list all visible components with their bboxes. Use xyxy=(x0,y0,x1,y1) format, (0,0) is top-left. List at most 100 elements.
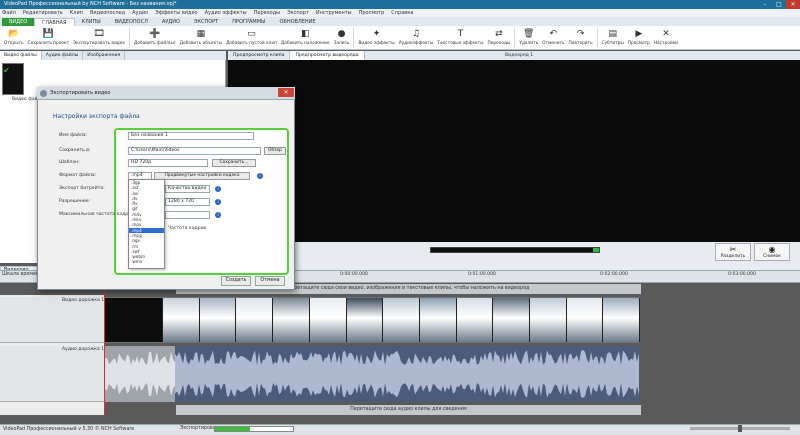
framerate-select[interactable] xyxy=(165,211,210,219)
codec-settings-button[interactable]: Продвинутые настройки кодека xyxy=(154,172,250,180)
ribbon-tab[interactable]: ОБНОВЛЕНИЕ xyxy=(272,18,322,26)
close-icon[interactable]: ✕ xyxy=(786,0,800,9)
video-clip-thumbnail[interactable] xyxy=(529,298,567,342)
status-text: VideoPad Профессиональный v 5.30 © NCH S… xyxy=(3,427,135,432)
video-clip-thumbnail[interactable] xyxy=(236,298,274,342)
audio-track-header[interactable]: Аудио дорожка 1 xyxy=(0,346,105,402)
saveto-input[interactable]: C:\Users\Main\Videos xyxy=(128,147,261,155)
ribbon-tab[interactable]: ПРОГРАММЫ xyxy=(225,18,272,26)
format-dropdown[interactable]: .3gp .asf .avi .dv .flv .gif .m4v .mkv .mov .mp4.… xyxy=(128,179,165,269)
toolbar-button[interactable]: ➕ Добавить файл(ы) xyxy=(132,27,178,49)
waveform-1 xyxy=(105,351,175,397)
split-button[interactable]: ✂ Разделить xyxy=(715,243,751,261)
video-clip-thumbnail[interactable] xyxy=(419,298,457,342)
preview-label: Видеоряд 1 xyxy=(505,53,534,58)
preset-select[interactable]: HD 720p xyxy=(128,159,208,167)
menu-item[interactable]: Файл xyxy=(2,10,16,16)
toolbar-button[interactable]: ♫ Аудиоэффекты xyxy=(397,27,436,49)
toolbar-button[interactable]: T Текстовые эффекты xyxy=(435,27,485,49)
video-clip-thumbnail[interactable] xyxy=(273,298,310,342)
toolbar-button[interactable]: 🗑 Удалить xyxy=(517,27,540,49)
audio-clip-1[interactable] xyxy=(105,346,175,402)
video-clip-thumbnail[interactable] xyxy=(383,298,420,342)
menu-item[interactable]: Экспорт xyxy=(287,10,309,16)
bitrate-select[interactable]: Качество видео xyxy=(165,185,210,193)
tab-clip-preview[interactable]: Предпросмотр клипа xyxy=(228,51,291,60)
browse-button[interactable]: Обзор xyxy=(264,147,286,155)
export-video-icon: 🎞 xyxy=(93,28,105,39)
menu-item[interactable]: Переходы xyxy=(254,10,281,16)
toolbar-button[interactable]: ◧ Добавить наложение xyxy=(279,27,332,49)
video-clip-thumbnail[interactable] xyxy=(603,298,641,342)
save-preset-button[interactable]: Сохранить... xyxy=(212,159,256,167)
info-icon[interactable]: i xyxy=(215,199,221,205)
info-icon[interactable]: i xyxy=(215,212,221,218)
video-track-header[interactable]: Видео дорожка 1 xyxy=(0,297,105,343)
video-clip-thumbnail[interactable] xyxy=(456,298,494,342)
video-clip-thumbnail[interactable] xyxy=(493,298,530,342)
menu-item[interactable]: Инструменты xyxy=(316,10,352,16)
maximize-icon[interactable]: □ xyxy=(772,0,786,9)
snapshot-button[interactable]: ◉ Снимок xyxy=(754,243,790,261)
video-clip-thumbnail[interactable] xyxy=(105,298,164,342)
toolbar-button[interactable]: ▶ Просмотр xyxy=(626,27,652,49)
settings-icon: ✕ xyxy=(662,28,670,39)
filename-input[interactable]: Без названия 1 xyxy=(128,132,254,140)
tab-video-files[interactable]: Видео файлы xyxy=(0,51,42,60)
menu-item[interactable]: Эффекты видео xyxy=(155,10,197,16)
video-clip-thumbnail[interactable] xyxy=(566,298,604,342)
menu-item[interactable]: Аудио xyxy=(132,10,148,16)
audio-clip-2[interactable] xyxy=(175,346,640,402)
app-icon xyxy=(40,90,47,97)
toolbar-button[interactable]: ▤ Субтитры xyxy=(600,27,626,49)
format-option[interactable]: .wmv xyxy=(129,259,164,264)
video-clip-thumbnail[interactable] xyxy=(309,298,347,342)
minimize-icon[interactable]: – xyxy=(758,0,772,9)
menu-item[interactable]: Видеопослед xyxy=(90,10,125,16)
create-button[interactable]: Создать xyxy=(221,276,251,286)
audio-drop-hint[interactable]: Перетащите сюда аудио клипы для сведения xyxy=(176,405,641,415)
record-icon: ● xyxy=(337,28,346,39)
toolbar-button[interactable]: ↶ Отменить xyxy=(540,27,566,49)
menu-item[interactable]: Редактировать xyxy=(23,10,63,16)
preview-icon: ▶ xyxy=(635,28,643,39)
menu-item[interactable]: Просмотр xyxy=(359,10,385,16)
ribbon-tab-home[interactable]: ВИДЕО xyxy=(2,18,35,26)
toolbar-button[interactable]: ✕ Настройки xyxy=(652,27,680,49)
toolbar-button[interactable]: ▦ Добавить объекты xyxy=(178,27,224,49)
ribbon-tab[interactable]: КЛИПЫ xyxy=(75,18,108,26)
menu-item[interactable]: Аудио эффекты xyxy=(205,10,247,16)
cancel-button[interactable]: Отмена xyxy=(255,276,285,286)
tab-sequence-preview[interactable]: Предпросмотр видеоряда xyxy=(290,51,365,60)
toolbar-button[interactable]: 🎞 Экспортировать видео xyxy=(71,27,127,49)
toolbar-button-label: Добавить файл(ы) xyxy=(134,40,176,46)
toolbar-button[interactable]: 📂 Открыть xyxy=(2,27,26,49)
tab-audio-files[interactable]: Аудио файлы xyxy=(42,51,84,60)
video-clip-thumbnail[interactable] xyxy=(163,298,200,342)
video-preview[interactable] xyxy=(228,60,800,242)
ribbon-tab[interactable]: ВИДЕОПОСЛ xyxy=(108,18,155,26)
ribbon-tab[interactable]: АУДИО xyxy=(155,18,187,26)
zoom-knob[interactable] xyxy=(738,425,742,432)
info-icon[interactable]: i xyxy=(215,186,221,192)
playhead[interactable] xyxy=(104,270,105,415)
ribbon-tab[interactable]: ГЛАВНАЯ xyxy=(34,18,75,26)
ribbon-tab[interactable]: ЭКСПОРТ xyxy=(187,18,225,26)
toolbar-button[interactable]: 💾 Сохранить проект xyxy=(26,27,71,49)
menu-item[interactable]: Справка xyxy=(391,10,413,16)
resolution-select[interactable]: 1280 x 720 xyxy=(165,198,210,206)
info-icon[interactable]: i xyxy=(257,173,263,179)
dialog-close-icon[interactable]: ✕ xyxy=(278,88,294,97)
video-clip-thumbnail[interactable] xyxy=(346,298,384,342)
menu-item[interactable]: Клип xyxy=(70,10,83,16)
ribbon-tabs: ВИДЕО ГЛАВНАЯ КЛИПЫ ВИДЕОПОСЛ АУДИО ЭКСПОРТ П… xyxy=(0,17,800,26)
toolbar-button[interactable]: ● Запись xyxy=(332,27,352,49)
video-clip-thumbnail[interactable] xyxy=(199,298,237,342)
toolbar-button[interactable]: ⇄ Переходы xyxy=(486,27,513,49)
toolbar-button[interactable]: ↷ Повторить xyxy=(567,27,595,49)
toolbar-button[interactable]: ▭ Добавить пустой клип xyxy=(224,27,279,49)
tab-images[interactable]: Изображения xyxy=(83,51,126,60)
toolbar-button-label: Настройки xyxy=(653,40,679,46)
dialog-heading: Настройки экспорта файла xyxy=(53,113,140,120)
toolbar-button[interactable]: ✦ Видео эффекты xyxy=(356,27,396,49)
